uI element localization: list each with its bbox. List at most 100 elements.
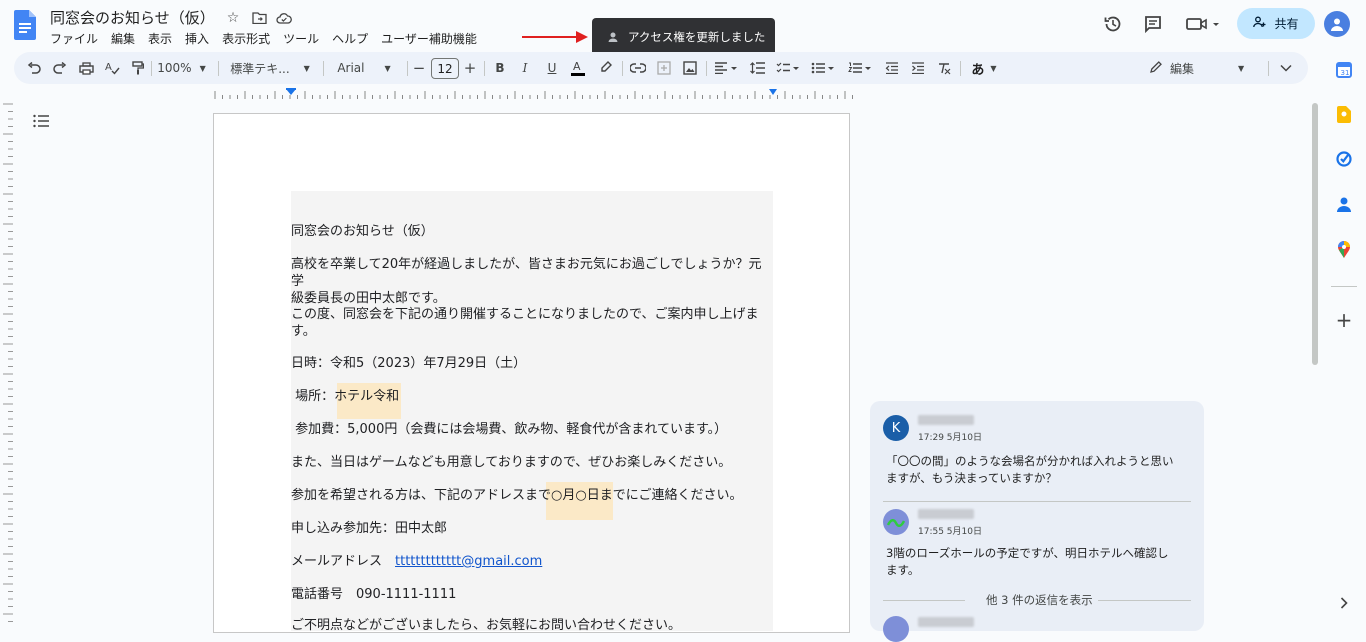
doc-paragraph-greeting[interactable]: 高校を卒業して20年が経過しましたが、皆さまお元気にお過ごしでしょうか？元学 級… <box>291 256 771 307</box>
doc-games-line[interactable]: また、当日はゲームなども用意しておりますので、ぜひお楽しみください。 <box>291 454 771 471</box>
zoom-select[interactable]: 100% ▼ <box>154 52 209 84</box>
formatting-toolbar: A 100% ▼ 標準テキ... ▼ Arial ▼ − 12 + B I U … <box>14 52 1308 84</box>
menu-accessibility[interactable]: ユーザー補助機能 <box>381 30 477 47</box>
dropdown-arrow-icon: ▼ <box>384 63 391 73</box>
undo-icon[interactable] <box>24 52 44 84</box>
doc-fee-line[interactable]: 参加費：5,000円（会費には会場費、飲み物、軽食代が含まれています。） <box>291 421 771 438</box>
align-left-icon[interactable] <box>712 52 740 84</box>
red-arrow-annotation <box>522 29 590 49</box>
doc-paragraph-announcement[interactable]: この度、同窓会を下記の通り開催することになりましたので、ご案内申し上げま す。 <box>291 306 771 340</box>
add-addon-icon[interactable]: + <box>1335 308 1353 332</box>
calendar-icon[interactable]: 31 <box>1335 61 1353 79</box>
clear-formatting-icon[interactable] <box>934 52 954 84</box>
doc-heading[interactable]: 同窓会のお知らせ（仮） <box>291 223 771 240</box>
checklist-icon[interactable] <box>774 52 802 84</box>
comment-thread[interactable]: K 17:29 5月10日 「〇〇の間」のような会場名が分かれば入れようと思い … <box>870 401 1204 642</box>
dropdown-arrow-icon: ▼ <box>303 63 310 73</box>
doc-inquiry-line[interactable]: ご不明点などがございましたら、お気軽にお問い合わせください。 <box>291 617 771 634</box>
menu-format[interactable]: 表示形式 <box>222 30 270 47</box>
menu-insert[interactable]: 挿入 <box>185 30 209 47</box>
comments-icon[interactable] <box>1141 12 1165 36</box>
paragraph-style-select[interactable]: 標準テキ... ▼ <box>226 52 314 84</box>
move-folder-icon[interactable] <box>250 9 268 27</box>
numbered-list-icon[interactable] <box>846 52 874 84</box>
text-color-icon[interactable]: A <box>569 52 587 84</box>
spellcheck-icon[interactable]: A <box>102 52 122 84</box>
contact-deadline: ○月○日まで <box>551 488 626 503</box>
increase-indent-icon[interactable] <box>908 52 928 84</box>
doc-date-line[interactable]: 日時：令和5（2023）年7月29日（土） <box>291 355 771 372</box>
email-link[interactable]: ttttttttttttt@gmail.com <box>395 554 542 569</box>
zoom-value: 100% <box>157 61 192 75</box>
menu-file[interactable]: ファイル <box>50 30 98 47</box>
paragraph-style-value: 標準テキ... <box>230 61 290 76</box>
font-size-input[interactable]: 12 <box>431 58 459 79</box>
account-avatar[interactable] <box>1324 11 1350 37</box>
commenter-avatar: K <box>883 415 909 441</box>
commenter-name-redacted <box>918 415 974 425</box>
document-title[interactable]: 同窓会のお知らせ（仮） <box>50 7 215 28</box>
highlight-color-icon[interactable] <box>597 52 615 84</box>
dropdown-arrow-icon: ▼ <box>199 63 206 73</box>
paint-format-icon[interactable] <box>128 52 148 84</box>
divider <box>883 600 965 601</box>
contacts-icon[interactable] <box>1335 195 1353 213</box>
doc-email-line[interactable]: メールアドレス ttttttttttttt@gmail.com <box>291 553 771 570</box>
greeting-line-2: 級委員長の田中太郎です。 <box>291 291 446 306</box>
document-outline-icon[interactable] <box>33 113 49 128</box>
keep-icon[interactable] <box>1335 105 1353 123</box>
font-select[interactable]: Arial ▼ <box>329 52 399 84</box>
comment-text-line-1: 「〇〇の間」のような会場名が分かれば入れようと思い <box>886 454 1174 468</box>
share-button[interactable]: 共有 <box>1237 8 1315 39</box>
doc-contact-line[interactable]: 参加を希望される方は、下記のアドレスまで○月○日までにご連絡ください。 <box>291 487 771 504</box>
version-history-icon[interactable] <box>1101 12 1125 36</box>
cloud-saved-icon[interactable] <box>275 9 293 27</box>
bold-icon[interactable]: B <box>491 52 509 84</box>
decrease-indent-icon[interactable] <box>882 52 902 84</box>
underline-icon[interactable]: U <box>543 52 561 84</box>
email-label: メールアドレス <box>291 554 396 569</box>
svg-text:A: A <box>573 60 581 73</box>
input-tools-select[interactable]: あ ▼ <box>966 52 1002 84</box>
vertical-scrollbar[interactable] <box>1312 103 1318 365</box>
print-icon[interactable] <box>76 52 96 84</box>
italic-icon[interactable]: I <box>516 52 534 84</box>
meet-icon[interactable] <box>1184 12 1224 36</box>
increase-font-size-icon[interactable]: + <box>462 52 478 84</box>
menu-tools[interactable]: ツール <box>283 30 319 47</box>
maps-icon[interactable] <box>1335 240 1353 258</box>
doc-phone-line[interactable]: 電話番号 090-1111-1111 <box>291 586 771 603</box>
insert-link-icon[interactable] <box>628 52 648 84</box>
collapse-toolbar-icon[interactable] <box>1276 52 1296 84</box>
svg-text:A: A <box>105 62 112 73</box>
decrease-font-size-icon[interactable]: − <box>411 52 427 84</box>
menu-edit[interactable]: 編集 <box>111 30 135 47</box>
docs-logo[interactable] <box>14 10 36 40</box>
star-icon[interactable]: ☆ <box>224 9 242 27</box>
reply-avatar <box>883 509 909 535</box>
doc-applicant-line[interactable]: 申し込み参加先：田中太郎 <box>291 520 771 537</box>
menu-view[interactable]: 表示 <box>148 30 172 47</box>
show-more-replies-link[interactable]: 他 3 件の返信を表示 <box>986 592 1093 608</box>
editing-mode-value: 編集 <box>1170 61 1195 76</box>
reply-text: 3階のローズホールの予定ですが、明日ホテルへ確認し ます。 <box>886 545 1186 579</box>
font-value: Arial <box>337 61 365 75</box>
redo-icon[interactable] <box>50 52 70 84</box>
add-comment-icon[interactable] <box>654 52 674 84</box>
input-tool-value: あ <box>971 62 985 78</box>
announcement-line-2: す。 <box>291 324 316 339</box>
editing-mode-select[interactable]: 編集 ▼ <box>1150 52 1250 84</box>
doc-place-line[interactable]: 場所：ホテル令和 <box>291 388 771 405</box>
insert-image-icon[interactable] <box>680 52 700 84</box>
toast-message: アクセス権を更新しました <box>628 30 766 44</box>
menu-help[interactable]: ヘルプ <box>332 30 368 47</box>
horizontal-ruler[interactable] <box>213 88 853 100</box>
tasks-icon[interactable] <box>1335 150 1353 168</box>
bulleted-list-icon[interactable] <box>809 52 837 84</box>
expand-panel-icon[interactable] <box>1335 594 1353 612</box>
vertical-ruler[interactable] <box>0 100 14 625</box>
replier-name-redacted <box>918 617 974 627</box>
dropdown-arrow-icon: ▼ <box>990 63 997 73</box>
line-spacing-icon[interactable] <box>748 52 768 84</box>
divider <box>883 501 1191 502</box>
